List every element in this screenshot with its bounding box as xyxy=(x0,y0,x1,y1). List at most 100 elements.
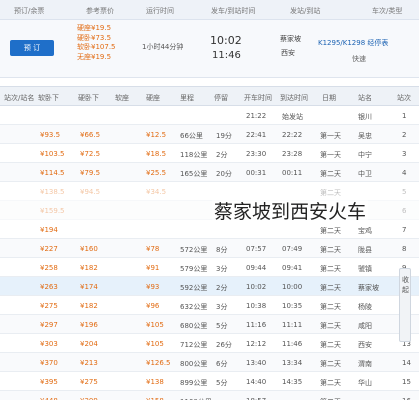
cell-km: 632公里 xyxy=(180,303,208,311)
table-row: 16第二天18:571160公里¥158¥309¥448 xyxy=(0,391,419,400)
cell-km: 680公里 xyxy=(180,322,208,330)
cell-dep: 09:44 xyxy=(246,264,267,272)
cell-day: 第二天 xyxy=(320,170,341,178)
cell-hard-sleeper: ¥182 xyxy=(80,264,98,272)
table-row: 10蔡家坡第二天10:0010:022分592公里¥93¥174¥263 xyxy=(0,277,419,296)
table-row: 4 中卫 第二天 00:11 00:31 20分 165公里 ¥25.5 ¥79.5 ¥114.5 xyxy=(0,163,419,182)
cell-no: 5 xyxy=(402,188,407,196)
stop-schedule-table: 站次 站名 日期 到达时间 开车时间 停留 里程 硬座 软座 硬卧下 软卧下 站… xyxy=(0,86,419,400)
table-header: 站次 站名 日期 到达时间 开车时间 停留 里程 硬座 软座 硬卧下 软卧下 站… xyxy=(0,86,419,106)
cell-day: 第二天 xyxy=(320,341,341,349)
th-arrival: 到达时间 xyxy=(280,94,308,102)
cell-soft-sleeper: ¥93.5 xyxy=(40,131,61,139)
cell-hard-seat: ¥91 xyxy=(146,264,160,272)
table-row: 15 华山 第二天 14:35 14:40 5分 899公里 ¥138 ¥275 ¥395 xyxy=(0,372,419,391)
cell-hard-seat: ¥12.5 xyxy=(146,131,167,139)
th-station: 站名 xyxy=(358,94,372,102)
cell-km: 899公里 xyxy=(180,379,208,387)
cell-dep: 13:40 xyxy=(246,359,267,367)
cell-stop: 2分 xyxy=(216,151,228,159)
cell-arr: 13:34 xyxy=(282,359,303,367)
cell-arr: 22:22 xyxy=(282,131,303,139)
cell-day: 第二天 xyxy=(320,284,341,292)
cell-hard-sleeper: ¥275 xyxy=(80,378,98,386)
cell-arr: 11:11 xyxy=(282,321,303,329)
th-hard-sleeper: 硬卧下 xyxy=(78,94,99,102)
summary-header-duration: 运行时间 xyxy=(146,7,174,15)
cell-station[interactable]: 华山 xyxy=(358,378,372,388)
cell-dep: 00:31 xyxy=(246,169,267,177)
cell-arr: 07:49 xyxy=(282,245,303,253)
cell-hard-sleeper: ¥72.5 xyxy=(80,150,101,158)
cell-day: 第二天 xyxy=(320,246,341,254)
cell-station[interactable]: 西安 xyxy=(358,340,372,350)
cell-hard-seat: ¥126.5 xyxy=(146,359,171,367)
th-soft-sleeper: 软卧下 xyxy=(38,94,59,102)
table-row: 11杨陵第二天10:3510:383分632公里¥96¥182¥275 xyxy=(0,296,419,315)
cell-station[interactable]: 银川 xyxy=(358,112,372,122)
th-end: 站次/站名 xyxy=(4,94,35,102)
train-number-link[interactable]: K1295/K1298 经停表 xyxy=(318,38,388,48)
cell-stop: 5分 xyxy=(216,379,228,387)
collapse-side-tab[interactable]: 收起 xyxy=(399,268,411,342)
cell-stop: 2分 xyxy=(216,284,228,292)
cell-day: 第二天 xyxy=(320,265,341,273)
cell-stop: 6分 xyxy=(216,360,228,368)
cell-dep: 07:57 xyxy=(246,245,267,253)
cell-station[interactable]: 陇县 xyxy=(358,245,372,255)
cell-no: 2 xyxy=(402,131,407,139)
cell-hard-sleeper: ¥182 xyxy=(80,302,98,310)
cell-soft-sleeper: ¥370 xyxy=(40,359,58,367)
book-button[interactable]: 预 订 xyxy=(10,40,54,56)
cell-hard-seat: ¥105 xyxy=(146,321,164,329)
cell-km: 66公里 xyxy=(180,132,203,140)
th-stop: 停留 xyxy=(214,94,228,102)
cell-no: 8 xyxy=(402,245,407,253)
cell-stop: 19分 xyxy=(216,132,232,140)
cell-hard-sleeper: ¥66.5 xyxy=(80,131,101,139)
cell-station[interactable]: 咸阳 xyxy=(358,321,372,331)
cell-day: 第一天 xyxy=(320,132,341,140)
cell-station[interactable]: 蔡家坡 xyxy=(358,283,379,293)
cell-dep: 21:22 xyxy=(246,112,267,120)
cell-no: 14 xyxy=(402,359,411,367)
cell-stop: 3分 xyxy=(216,303,228,311)
summary-header-price: 参考票价 xyxy=(86,7,114,15)
cell-soft-sleeper: ¥258 xyxy=(40,264,58,272)
cell-station[interactable]: 虢镇 xyxy=(358,264,372,274)
cell-station[interactable]: 吴忠 xyxy=(358,131,372,141)
cell-arr: 11:46 xyxy=(282,340,303,348)
train-summary-panel: 车次/类型 发站/到站 发车/到站时间 运行时间 参考票价 预订/余票 K129… xyxy=(0,0,419,78)
cell-km: 579公里 xyxy=(180,265,208,273)
summary-header-times: 发车/到站时间 xyxy=(211,7,256,15)
cell-hard-sleeper: ¥94.5 xyxy=(80,188,101,196)
cell-hard-seat: ¥78 xyxy=(146,245,160,253)
cell-no: 1 xyxy=(402,112,407,120)
table-row: 13 西安 第二天 11:46 12:12 26分 712公里 ¥105 ¥204 ¥303 xyxy=(0,334,419,353)
summary-header-booking: 预订/余票 xyxy=(14,7,45,15)
cell-soft-sleeper: ¥275 xyxy=(40,302,58,310)
cell-dep: 22:41 xyxy=(246,131,267,139)
cell-stop: 26分 xyxy=(216,341,232,349)
price-soft-sleeper: 软卧¥107.5 xyxy=(77,43,116,51)
cell-hard-sleeper: ¥204 xyxy=(80,340,98,348)
cell-soft-sleeper: ¥297 xyxy=(40,321,58,329)
cell-station[interactable]: 中卫 xyxy=(358,169,372,179)
table-row: 8 陇县 第二天 07:49 07:57 8分 572公里 ¥78 ¥160 ¥227 xyxy=(0,239,419,258)
cell-no: 7 xyxy=(402,226,407,234)
cell-station[interactable]: 中宁 xyxy=(358,150,372,160)
table-row: 1 银川 始发站 21:22 xyxy=(0,106,419,125)
cell-station[interactable]: 杨陵 xyxy=(358,302,372,312)
cell-no: 4 xyxy=(402,169,407,177)
cell-day: 第二天 xyxy=(320,379,341,387)
arrival-station: 西安 xyxy=(281,49,295,57)
cell-station[interactable]: 渭南 xyxy=(358,359,372,369)
cell-day: 第一天 xyxy=(320,151,341,159)
cell-soft-sleeper: ¥194 xyxy=(40,226,58,234)
cell-day: 第二天 xyxy=(320,303,341,311)
cell-station[interactable]: 宝鸡 xyxy=(358,226,372,236)
cell-stop: 5分 xyxy=(216,322,228,330)
table-row: 12咸阳第二天11:1111:165分680公里¥105¥196¥297 xyxy=(0,315,419,334)
departure-station: 蔡家坡 xyxy=(280,35,301,43)
cell-arr: 10:00 xyxy=(282,283,303,291)
